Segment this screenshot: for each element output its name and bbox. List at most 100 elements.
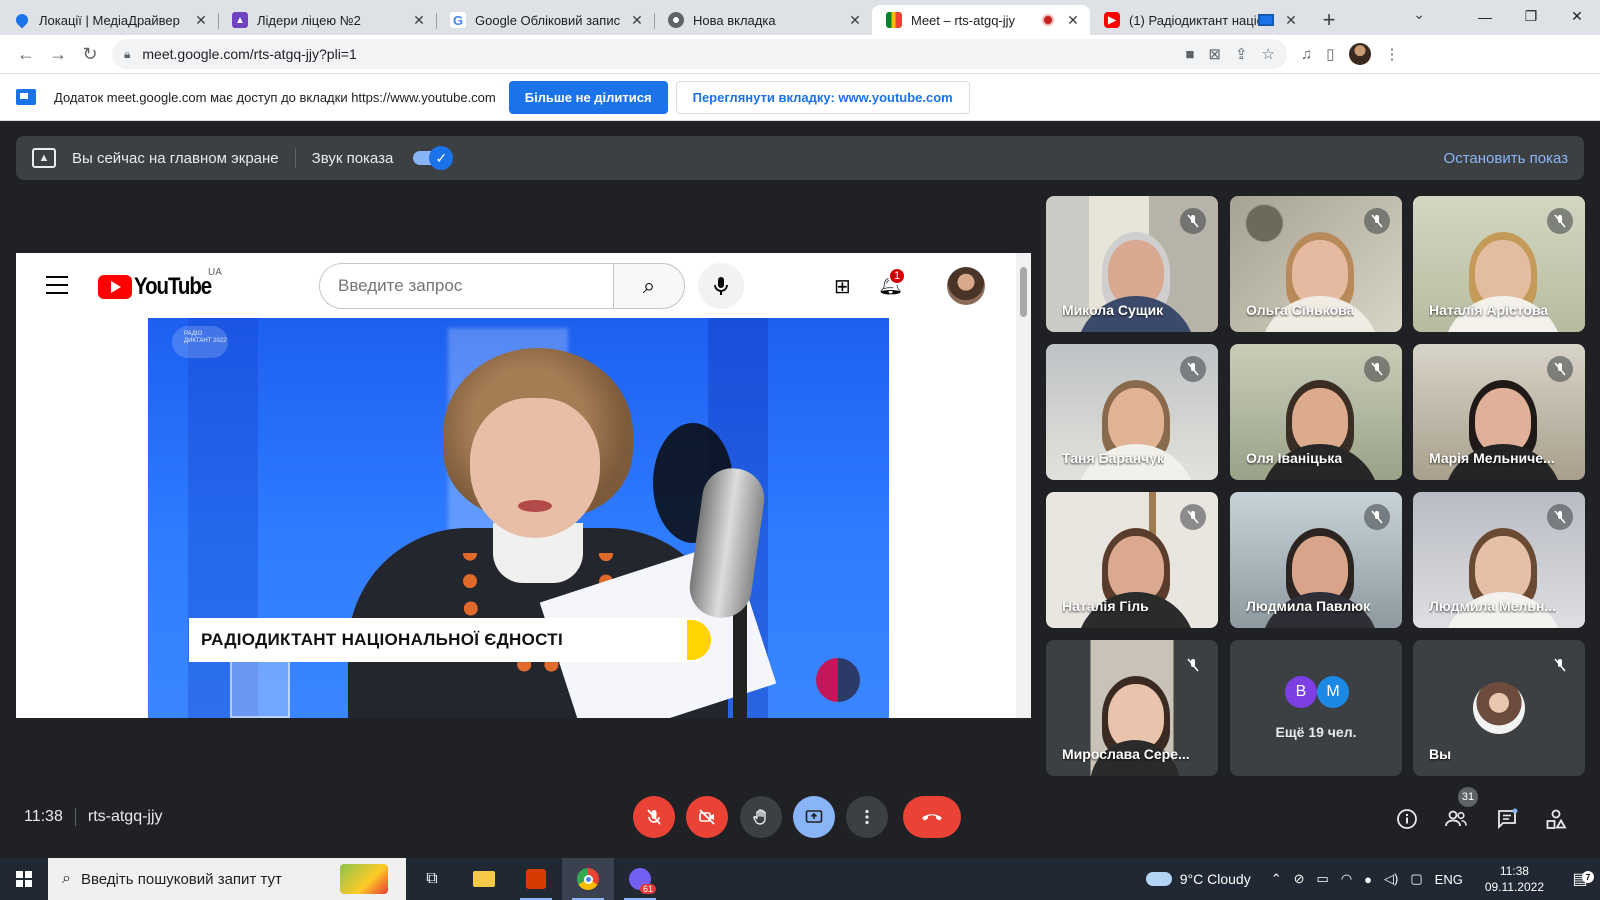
input-language[interactable]: ENG xyxy=(1435,872,1463,887)
browser-tab-mediadriver[interactable]: Локації | МедіаДрайвер ✕ xyxy=(0,5,218,35)
participant-tile[interactable]: Людмила Павлюк xyxy=(1230,492,1402,628)
forward-icon[interactable]: → xyxy=(42,38,74,70)
tab-search-icon[interactable]: ⌄ xyxy=(1413,6,1425,23)
participant-name: Мирослава Сере... xyxy=(1062,746,1190,762)
mic-off-icon xyxy=(1364,356,1390,382)
participant-avatar: В xyxy=(1285,676,1317,708)
map-pin-icon xyxy=(13,11,31,29)
camera-in-use-icon[interactable]: ■ xyxy=(1185,46,1194,63)
classroom-icon: ▲ xyxy=(232,12,248,28)
close-icon[interactable]: ✕ xyxy=(192,11,210,29)
presentation-audio-toggle[interactable]: ✓ xyxy=(413,146,454,170)
participants-button[interactable] xyxy=(1443,806,1469,832)
close-icon[interactable]: ✕ xyxy=(1282,11,1300,29)
mic-off-icon xyxy=(647,809,661,825)
browser-tab-meet[interactable]: Meet – rts-atgq-jjy ✕ xyxy=(872,5,1090,35)
notification-center-button[interactable]: ▤ 7 xyxy=(1560,869,1600,889)
network-off-icon[interactable]: ⊘ xyxy=(1294,871,1305,887)
microphone-icon[interactable] xyxy=(698,263,744,309)
browser-tab-youtube[interactable]: ▶ (1) Радіодиктант націо ✕ xyxy=(1090,5,1308,35)
back-icon[interactable]: ← xyxy=(10,38,42,70)
translate-icon[interactable]: ⊠ xyxy=(1208,45,1221,63)
sound-label: Звук показа xyxy=(311,149,394,167)
chat-button[interactable] xyxy=(1494,806,1520,832)
chevron-up-icon[interactable]: ⌃ xyxy=(1271,871,1282,887)
start-button[interactable] xyxy=(0,858,48,900)
mic-toggle-button[interactable] xyxy=(633,796,675,838)
camera-toggle-button[interactable] xyxy=(686,796,728,838)
minimize-icon[interactable]: — xyxy=(1462,0,1508,33)
toolbar-right: ♫ ▯ ⋮ xyxy=(1301,43,1400,65)
office-app-icon xyxy=(526,869,546,889)
search-icon[interactable]: ⌕ xyxy=(613,263,685,309)
present-now-button[interactable] xyxy=(793,796,835,838)
close-icon[interactable]: ✕ xyxy=(410,11,428,29)
youtube-search-input[interactable]: Введите запрос xyxy=(319,263,613,309)
participant-tile[interactable]: Микола Сущик xyxy=(1046,196,1218,332)
office-app-button[interactable] xyxy=(510,858,562,900)
side-panel-icon[interactable]: ▯ xyxy=(1326,45,1334,63)
viber-taskbar-button[interactable]: 61 xyxy=(614,858,666,900)
share-page-icon[interactable]: ⇪ xyxy=(1235,45,1248,63)
participant-name: Таня Баранчук xyxy=(1062,450,1165,466)
participant-tile[interactable]: Мирослава Сере... xyxy=(1046,640,1218,776)
weather-widget[interactable]: 9°C Cloudy xyxy=(1145,871,1251,887)
participant-tile[interactable]: Наталія Гіль xyxy=(1046,492,1218,628)
presenting-text: Вы сейчас на главном экране xyxy=(72,149,279,167)
wifi-icon[interactable]: ◠ xyxy=(1341,871,1352,887)
chrome-taskbar-button[interactable] xyxy=(562,858,614,900)
close-icon[interactable]: ✕ xyxy=(846,11,864,29)
activities-button[interactable] xyxy=(1543,806,1569,832)
task-view-button[interactable]: ⧉ xyxy=(406,858,458,900)
browser-tab-lyceum[interactable]: ▲ Лідери ліцею №2 ✕ xyxy=(218,5,436,35)
participant-tile[interactable]: Наталія Арістова xyxy=(1413,196,1585,332)
view-shared-tab-button[interactable]: Переглянути вкладку: www.youtube.com xyxy=(675,80,970,114)
google-icon: G xyxy=(450,12,466,28)
search-highlight-icon[interactable] xyxy=(340,864,388,894)
search-icon: ⌕ xyxy=(62,870,71,887)
participant-tile[interactable]: Оля Іваніцька xyxy=(1230,344,1402,480)
participant-tile[interactable]: Таня Баранчук xyxy=(1046,344,1218,480)
browser-menu-icon[interactable]: ⋮ xyxy=(1385,45,1400,63)
close-icon[interactable]: ✕ xyxy=(1064,11,1082,29)
address-bar[interactable]: 🔒︎ meet.google.com/rts-atgq-jjy?pli=1 ■ … xyxy=(112,39,1287,69)
reload-icon[interactable]: ↻ xyxy=(74,38,106,70)
close-window-icon[interactable]: ✕ xyxy=(1554,0,1600,33)
microphone-icon[interactable]: ● xyxy=(1364,872,1372,887)
volume-icon[interactable]: ◁) xyxy=(1384,871,1398,887)
bookmark-star-icon[interactable]: ☆ xyxy=(1262,45,1275,63)
youtube-logo[interactable]: YouTube UA xyxy=(98,267,225,301)
taskbar-clock[interactable]: 11:38 09.11.2022 xyxy=(1485,863,1544,895)
video-player[interactable]: РАДІО ДИКТАНТ 2022 РАДІОДИКТАНТ НАЦІОНАЛ… xyxy=(148,318,889,718)
more-options-button[interactable] xyxy=(846,796,888,838)
media-control-icon[interactable]: ♫ xyxy=(1301,46,1312,63)
scrollbar[interactable] xyxy=(1016,253,1031,718)
more-participants-tile[interactable]: В М Ещё 19 чел. xyxy=(1230,640,1402,776)
file-explorer-button[interactable] xyxy=(458,858,510,900)
browser-tab-google-account[interactable]: G Google Обліковий запис ✕ xyxy=(436,5,654,35)
raise-hand-button[interactable] xyxy=(740,796,782,838)
browser-tab-new[interactable]: Нова вкладка ✕ xyxy=(654,5,872,35)
taskbar-search-box[interactable]: ⌕ Введіть пошуковий запит тут xyxy=(48,858,406,900)
lock-icon[interactable]: 🔒︎ xyxy=(124,47,130,62)
create-video-icon[interactable]: ⊞ xyxy=(834,274,851,299)
close-icon[interactable]: ✕ xyxy=(628,11,646,29)
stop-sharing-button[interactable]: Більше не ділитися xyxy=(508,80,668,114)
leave-call-button[interactable] xyxy=(903,796,961,838)
battery-icon[interactable]: ▭ xyxy=(1317,871,1329,887)
meeting-info-button[interactable] xyxy=(1394,806,1420,832)
more-participants-avatars: В М xyxy=(1285,676,1349,708)
stop-presenting-button[interactable]: Остановить показ xyxy=(1444,150,1568,167)
new-tab-button[interactable]: + xyxy=(1314,5,1344,35)
scrollbar-thumb[interactable] xyxy=(1020,267,1027,317)
self-tile[interactable]: Вы xyxy=(1413,640,1585,776)
profile-avatar[interactable] xyxy=(1348,43,1371,65)
participant-tile[interactable]: Ольга Сінькова xyxy=(1230,196,1402,332)
restore-icon[interactable]: ❐ xyxy=(1508,0,1554,33)
youtube-avatar[interactable] xyxy=(947,267,985,305)
participant-tile[interactable]: Людмила Мельн... xyxy=(1413,492,1585,628)
task-view-icon: ⧉ xyxy=(426,870,438,887)
display-icon[interactable]: ▢ xyxy=(1410,871,1422,887)
menu-icon[interactable] xyxy=(46,276,68,300)
participant-tile[interactable]: Марія Мельниче... xyxy=(1413,344,1585,480)
